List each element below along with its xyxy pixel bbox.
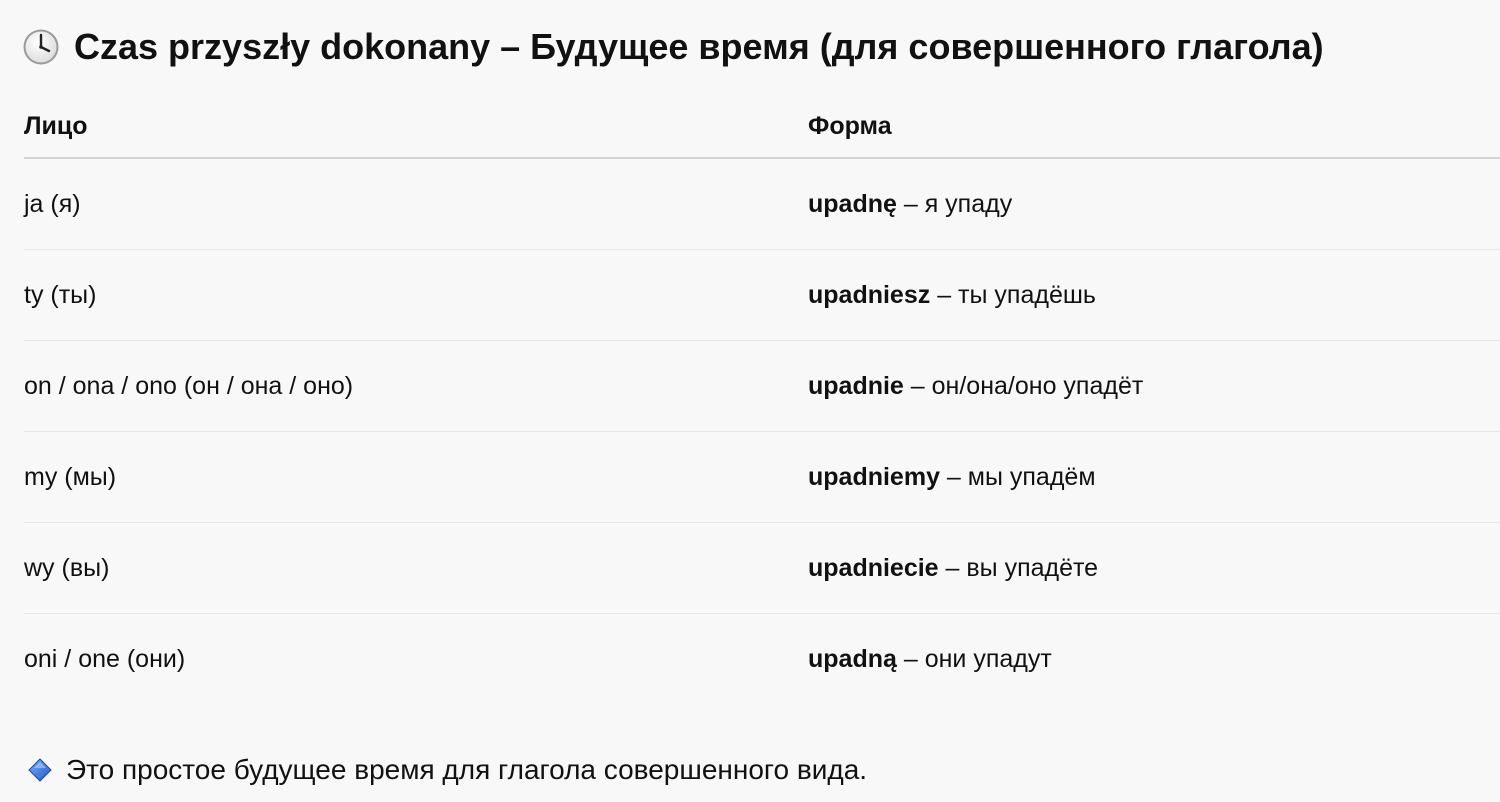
person-cell: ty (ты) <box>24 280 97 309</box>
form-cell: upadniesz – ты упадёшь <box>808 281 1500 310</box>
person-cell: oni / one (они) <box>24 644 186 673</box>
form-cell: upadniecie – вы упадёте <box>808 554 1500 583</box>
verb-form: upadniecie <box>808 553 939 582</box>
table-row: wy (вы) upadniecie – вы упадёте <box>24 523 1500 614</box>
clock-icon <box>23 29 59 65</box>
form-cell: upadniemy – мы упадём <box>808 463 1500 492</box>
page-heading: Czas przyszły dokonany – Будущее время (… <box>22 22 1324 72</box>
column-header-form: Форма <box>808 111 892 140</box>
verb-form: upadniemy <box>808 462 940 491</box>
form-translation: – они упадут <box>896 644 1052 673</box>
conjugation-table: Лицо Форма ja (я) upadnę – я упаду ty (т… <box>24 95 1500 704</box>
form-translation: – ты упадёшь <box>930 280 1096 309</box>
verb-form: upadnie <box>808 371 904 400</box>
note-text: Это простое будущее время для глагола со… <box>66 754 868 785</box>
person-cell: ja (я) <box>24 189 81 218</box>
form-translation: – мы упадём <box>939 462 1096 491</box>
verb-form: upadniesz <box>808 280 931 309</box>
person-cell: my (мы) <box>24 462 117 491</box>
blue-diamond-icon <box>28 758 52 782</box>
page-title: Czas przyszły dokonany – Будущее время (… <box>74 26 1324 67</box>
table-row: oni / one (они) upadną – они упадут <box>24 614 1500 704</box>
table-row: ja (я) upadnę – я упаду <box>24 159 1500 250</box>
person-cell: wy (вы) <box>24 553 110 582</box>
verb-form: upadnę <box>808 189 897 218</box>
table-row: on / ona / ono (он / она / оно) upadnie … <box>24 341 1500 432</box>
verb-form: upadną <box>808 644 897 673</box>
form-cell: upadną – они упадут <box>808 645 1500 674</box>
form-translation: – он/она/оно упадёт <box>903 371 1144 400</box>
column-header-person: Лицо <box>24 111 88 140</box>
form-cell: upadnę – я упаду <box>808 190 1500 219</box>
table-row: my (мы) upadniemy – мы упадём <box>24 432 1500 523</box>
table-header-row: Лицо Форма <box>24 95 1500 159</box>
table-row: ty (ты) upadniesz – ты упадёшь <box>24 250 1500 341</box>
person-cell: on / ona / ono (он / она / оно) <box>24 371 354 400</box>
form-translation: – я упаду <box>896 189 1013 218</box>
note: Это простое будущее время для глагола со… <box>28 748 867 792</box>
form-translation: – вы упадёте <box>938 553 1099 582</box>
form-cell: upadnie – он/она/оно упадёт <box>808 372 1500 401</box>
